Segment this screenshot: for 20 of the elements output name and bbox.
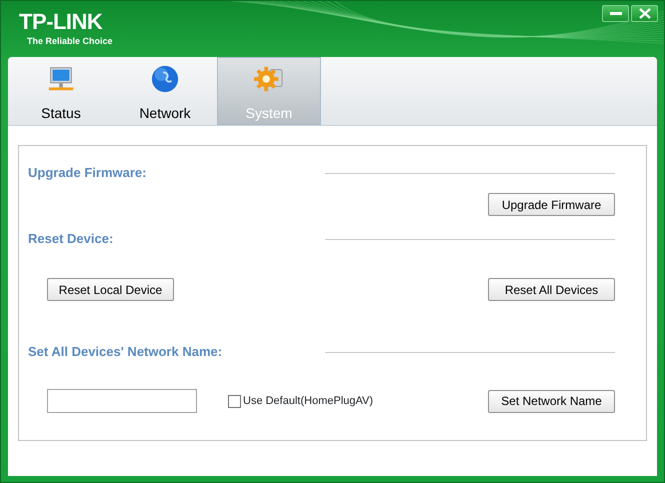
logo: TP-LINK <box>19 11 102 33</box>
action-button[interactable]: Upgrade Firmware <box>488 193 615 216</box>
section-title: Set All Devices' Network Name: <box>28 343 222 362</box>
network-name-field[interactable] <box>47 389 197 413</box>
checkbox[interactable] <box>228 394 241 408</box>
tab[interactable]: Network <box>113 57 217 125</box>
action-button[interactable]: Set Network Name <box>488 390 615 412</box>
section-title: Reset Device: <box>28 230 114 248</box>
minimize-icon <box>610 12 622 16</box>
globe-icon <box>149 64 181 94</box>
action-button[interactable]: Reset All Devices <box>488 278 615 301</box>
checkbox-label: Use Default(HomePlugAV) <box>243 394 374 409</box>
gear-icon <box>253 64 285 94</box>
close-button[interactable] <box>631 5 658 22</box>
action-button[interactable]: Reset Local Device <box>47 278 174 301</box>
tab[interactable]: Status <box>9 57 113 125</box>
tagline: The Reliable Choice <box>27 36 113 46</box>
section-title: Upgrade Firmware: <box>28 164 146 182</box>
minimize-button[interactable] <box>602 5 629 22</box>
close-icon <box>638 8 650 19</box>
